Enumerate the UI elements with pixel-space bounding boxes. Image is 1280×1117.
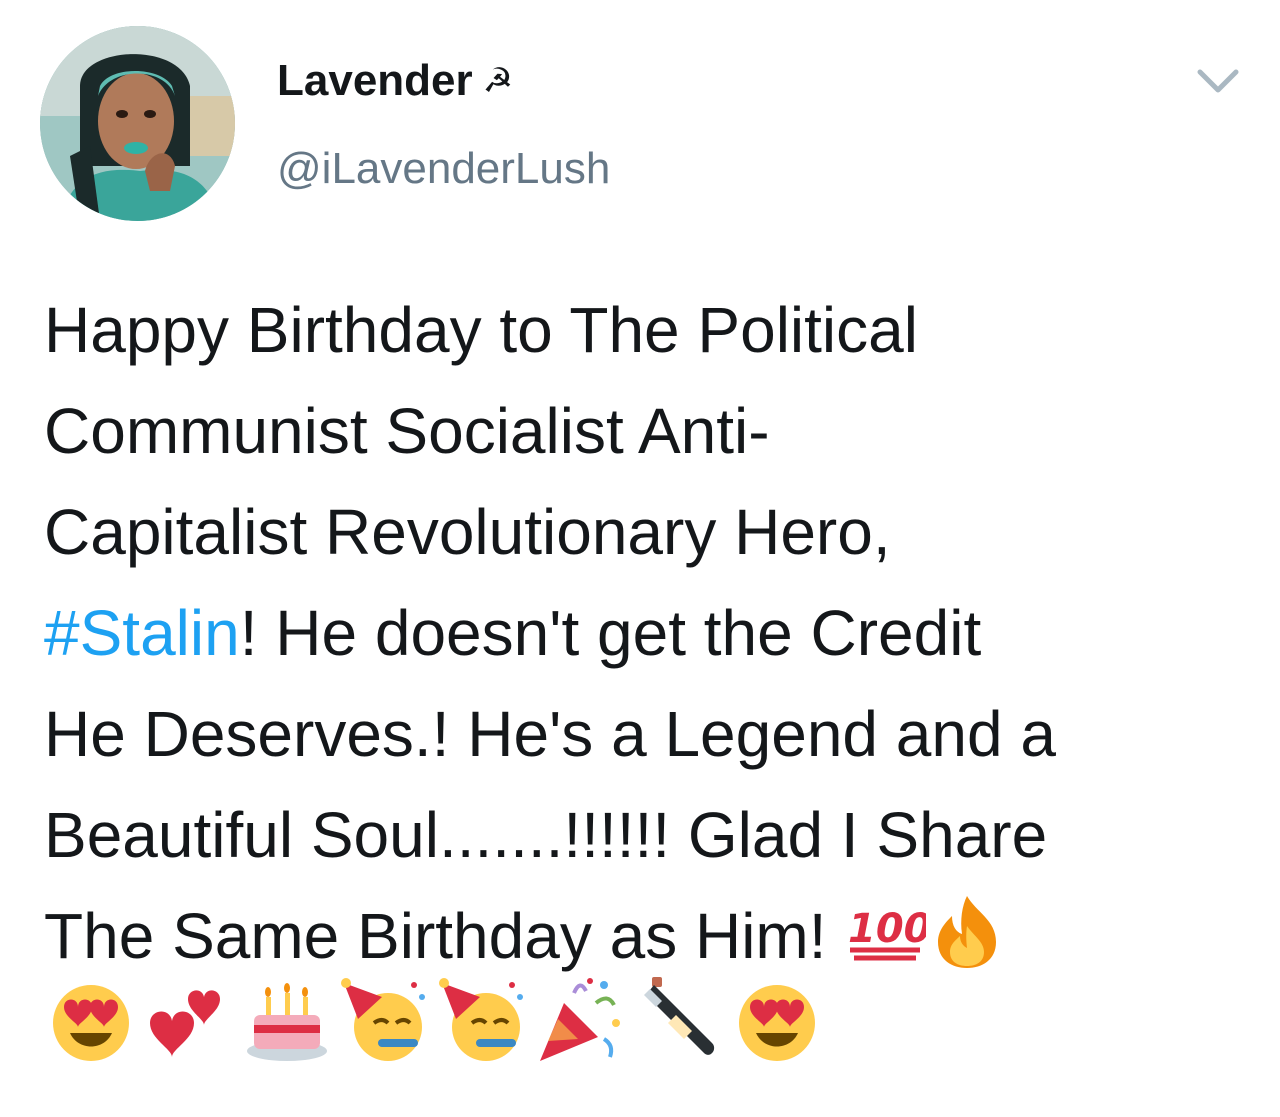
display-name-text: Lavender [277,56,473,105]
tweet-line: Communist Socialist Anti- [44,395,770,467]
hammer-sickle-icon: ☭ [482,62,514,100]
tweet-line-text: The Same Birthday as Him! [44,900,845,972]
tweet-line: He Deserves.! He's a Legend and a [44,698,1056,770]
display-name[interactable]: Lavender ☭ [277,52,513,110]
two-hearts-icon [142,973,236,1067]
party-popper-icon [534,973,628,1067]
tweet-line-text: ! He doesn't get the Credit [239,597,982,669]
tweet-line: Beautiful Soul.......!!!!!! Glad I Share [44,799,1048,871]
hundred-points-icon: 100 [844,890,926,972]
tweet-text: Happy Birthday to The Political Communis… [44,280,1259,987]
emoji-row [44,972,824,1068]
champagne-icon [632,973,726,1067]
heart-eyes-icon [730,973,824,1067]
heart-eyes-icon [44,973,138,1067]
partying-face-icon [338,973,432,1067]
user-handle[interactable]: @iLavenderLush [277,140,610,198]
tweet-line: Capitalist Revolutionary Hero, [44,496,891,568]
fire-icon [926,890,1008,972]
avatar[interactable] [40,26,235,221]
chevron-down-icon[interactable] [1188,58,1248,106]
birthday-cake-icon [240,973,334,1067]
tweet-line: #Stalin! He doesn't get the Credit [44,583,1259,684]
tweet-card: Lavender ☭ @iLavenderLush Happy Birthday … [0,0,1280,1117]
hashtag-link[interactable]: #Stalin [44,597,240,669]
tweet-line: Happy Birthday to The Political [44,294,918,366]
partying-face-icon [436,973,530,1067]
svg-text:100: 100 [848,906,926,952]
